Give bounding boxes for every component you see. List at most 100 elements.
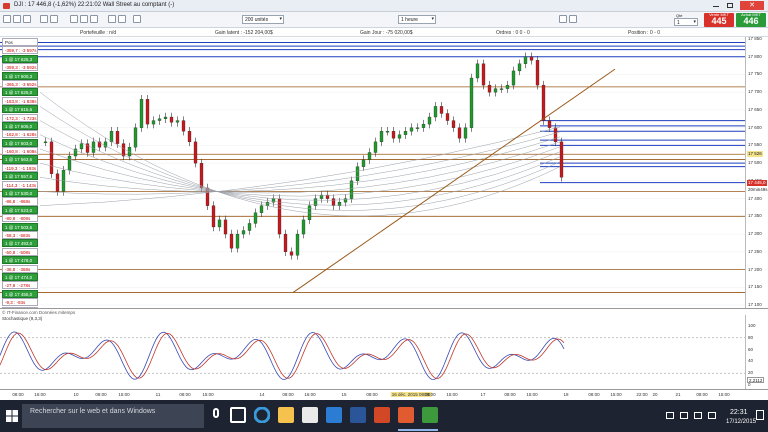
action-center-icon[interactable]	[756, 410, 764, 420]
candle	[397, 130, 402, 143]
ladder-pnl-row[interactable]: -183,8 : -1 838s	[2, 96, 38, 105]
price-axis-tick: 17 650	[748, 106, 762, 112]
ladder-pnl-row[interactable]: -58,3 : -583s	[2, 230, 38, 240]
stochastic-chart[interactable]	[0, 322, 745, 389]
ladder-buy-order[interactable]: 1 @ 17 493,0	[2, 239, 38, 248]
store-icon[interactable]	[302, 407, 318, 423]
taskbar-clock-time[interactable]: 22:31	[730, 409, 748, 416]
candle	[73, 144, 78, 161]
ladder-pnl-row[interactable]: -114,3 : -1 143s	[2, 180, 38, 189]
ladder-pnl-row[interactable]: -9,3 : -93s	[2, 298, 38, 307]
minimize-icon[interactable]	[712, 2, 720, 9]
price-chart-canvas[interactable]	[0, 37, 745, 308]
ladder-pnl-row[interactable]: -359,3 : -3 592s	[2, 63, 38, 72]
candle	[103, 137, 108, 152]
ladder-pnl-row[interactable]: -119,3 : -1 193s	[2, 163, 38, 172]
tool-settings-button[interactable]	[133, 15, 141, 23]
tool-draw-button[interactable]	[13, 15, 21, 23]
stochastic-k-line	[0, 331, 565, 381]
volume-icon[interactable]	[694, 412, 702, 419]
tool-zoom-button[interactable]	[40, 15, 48, 23]
tool-candle-button[interactable]	[559, 15, 567, 23]
ladder-buy-order[interactable]: 1 @ 17 625,0	[2, 88, 38, 97]
tool-text-button[interactable]	[50, 15, 58, 23]
ladder-pnl-row[interactable]: -160,8 : -1 608s	[2, 147, 38, 156]
trading-app-icon[interactable]	[422, 407, 438, 423]
ladder-buy-order[interactable]: 1 @ 17 530,0	[2, 189, 38, 198]
file-explorer-icon[interactable]	[278, 407, 294, 423]
ladder-buy-order[interactable]: 1 @ 17 603,0	[2, 138, 38, 147]
tool-print-button[interactable]	[108, 15, 116, 23]
app-logo-icon	[3, 3, 10, 9]
price-axis-tick: 17 550	[748, 142, 762, 148]
windows-start-icon[interactable]	[6, 410, 18, 422]
ladder-buy-order[interactable]: 1 @ 17 523,0	[2, 205, 38, 214]
tool-bar-button[interactable]	[569, 15, 577, 23]
ladder-pnl-row[interactable]: Pos	[2, 38, 38, 47]
ladder-pnl-row[interactable]: -162,8 : -1 628s	[2, 130, 38, 139]
ladder-pnl-row[interactable]: -80,8 : -808s	[2, 214, 38, 223]
task-view-icon[interactable]	[230, 407, 246, 423]
candle	[211, 201, 216, 232]
ladder-buy-order[interactable]: 1 @ 17 503,6	[2, 222, 38, 231]
active-app-indicator	[398, 429, 438, 431]
candle-body	[475, 63, 480, 79]
candle	[517, 59, 522, 76]
qty-input[interactable]: 1	[674, 18, 698, 26]
ladder-buy-order[interactable]: 1 @ 17 625,3	[2, 54, 38, 63]
lot-size-select[interactable]: 200 unités	[242, 15, 284, 24]
firefox-icon[interactable]	[398, 407, 414, 423]
ladder-buy-order[interactable]: 1 @ 17 455,0	[2, 289, 38, 298]
taskbar-clock-date[interactable]: 17/12/2015	[726, 419, 756, 425]
ladder-buy-order[interactable]: 1 @ 17 600,3	[2, 71, 38, 80]
price-axis-tick: 17 250	[748, 248, 762, 254]
word-icon[interactable]	[350, 407, 366, 423]
tool-indicator-button[interactable]	[70, 15, 78, 23]
candle	[241, 226, 246, 239]
mail-icon[interactable]	[326, 407, 342, 423]
price-axis-tick: 17 600	[748, 124, 762, 130]
candle-body	[115, 131, 120, 144]
time-axis-tick: 08:00	[696, 392, 708, 397]
candle-body	[487, 84, 492, 93]
network-icon[interactable]	[680, 412, 688, 419]
ladder-pnl-row[interactable]: -359,7 : -3 597s	[2, 46, 38, 55]
price-axis[interactable]: 17 850 17 800 17 750 17 700 17 650 17 600 17 5…	[745, 36, 768, 308]
ladder-pnl-row[interactable]: -365,3 : -3 652s	[2, 79, 38, 89]
ladder-pnl-row[interactable]: -36,8 : -368s	[2, 264, 38, 273]
microphone-icon[interactable]	[208, 407, 224, 423]
tool-fibo-button[interactable]	[80, 15, 88, 23]
candle-body	[445, 113, 450, 121]
ladder-pnl-row[interactable]: -50,8 : -508s	[2, 247, 38, 256]
tool-save-button[interactable]	[118, 15, 126, 23]
tool-grid-button[interactable]	[90, 15, 98, 23]
close-icon[interactable]: ✕	[740, 1, 764, 10]
price-chart[interactable]	[0, 37, 745, 308]
price-axis-tick: 17 850	[748, 36, 762, 41]
time-axis-tick: 21	[675, 392, 681, 397]
ladder-buy-order[interactable]: 1 @ 17 474,0	[2, 272, 38, 282]
edge-browser-icon[interactable]	[253, 406, 271, 424]
notification-chevron-icon[interactable]	[666, 412, 674, 419]
powerpoint-icon[interactable]	[374, 407, 390, 423]
ladder-buy-order[interactable]: 1 @ 17 478,0	[2, 256, 38, 265]
time-axis[interactable]: 08:00 16:00 10 08:00 15:00 11 08:00 15:00 14 08:0…	[0, 389, 768, 400]
candle	[469, 73, 474, 132]
stochastic-chart-canvas[interactable]	[0, 322, 745, 389]
interval-select[interactable]: 1 heure	[398, 15, 436, 24]
tool-cursor-button[interactable]	[3, 15, 11, 23]
candle	[433, 102, 438, 122]
ladder-pnl-row[interactable]: -27,8 : -278s	[2, 281, 38, 290]
maximize-icon[interactable]	[726, 2, 734, 9]
candle-body	[229, 233, 234, 249]
ladder-buy-order[interactable]: 1 @ 17 557,6	[2, 172, 38, 181]
ladder-pnl-row[interactable]: -86,8 : -868s	[2, 197, 38, 206]
candle	[529, 52, 534, 65]
ladder-pnl-row[interactable]: -172,3 : -1 723s	[2, 113, 38, 122]
tool-line-button[interactable]	[23, 15, 31, 23]
ladder-buy-order[interactable]: 1 @ 17 563,6	[2, 155, 38, 164]
ladder-buy-order[interactable]: 1 @ 17 605,0	[2, 121, 38, 130]
ladder-buy-order[interactable]: 1 @ 17 615,6	[2, 105, 38, 114]
keyboard-language-icon[interactable]	[708, 412, 716, 419]
candle-body	[499, 88, 504, 90]
